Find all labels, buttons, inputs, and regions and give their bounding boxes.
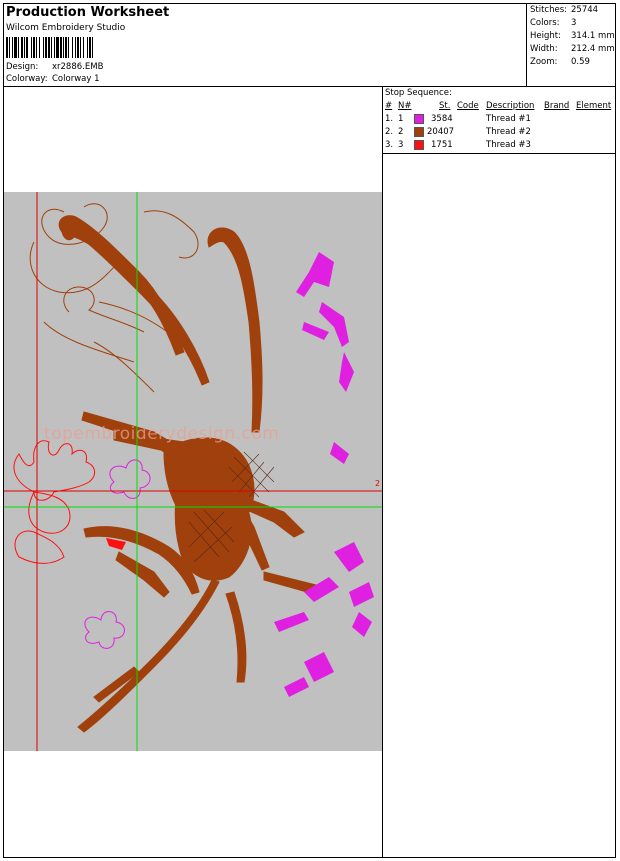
design-preview: topembroiderydesign.com 2: [4, 192, 382, 751]
app-name: Wilcom Embroidery Studio: [6, 23, 126, 33]
row-idx: 2.: [385, 127, 394, 137]
stop-sequence-title: Stop Sequence:: [385, 88, 452, 98]
column-divider: [382, 86, 383, 858]
row-n: 2: [398, 127, 404, 137]
thread-swatch: [414, 127, 424, 137]
stop-row: 1. 1 3584 Thread #1: [383, 114, 616, 126]
barcode-bar: [93, 37, 95, 58]
magenta-flower-outline: [84, 459, 151, 649]
barcode: [6, 37, 131, 58]
worksheet-title: Production Worksheet: [6, 5, 170, 20]
embroidery-artwork: [4, 192, 382, 751]
col-header-brand: Brand: [544, 101, 570, 111]
design-row: Design: xr2886.EMB: [6, 62, 103, 72]
col-header-st: St.: [439, 101, 451, 111]
row-description: Thread #3: [486, 140, 531, 150]
stat-stitches: Stitches: 25744: [530, 5, 598, 15]
stat-value: 0.59: [571, 57, 590, 67]
row-n: 1: [398, 114, 404, 124]
red-flower-outline: [13, 440, 96, 564]
design-value: xr2886.EMB: [52, 62, 104, 72]
row-description: Thread #1: [486, 114, 531, 124]
row-n: 3: [398, 140, 404, 150]
col-header-code: Code: [457, 101, 479, 111]
stat-value: 3: [571, 18, 577, 28]
stat-height: Height: 314.1 mm: [530, 31, 615, 41]
watermark: topembroiderydesign.com: [44, 424, 280, 444]
stop-sequence-table: Stop Sequence: # N# St. Code Description…: [383, 87, 616, 154]
row-description: Thread #2: [486, 127, 531, 137]
colorway-row: Colorway: Colorway 1: [6, 74, 100, 84]
col-header-element: Element: [576, 101, 612, 111]
design-label: Design:: [6, 62, 39, 72]
stat-label: Height:: [530, 31, 561, 41]
brown-outline-scroll: [29, 203, 199, 393]
brown-phoenix-body: [58, 215, 326, 733]
stat-label: Zoom:: [530, 57, 558, 67]
thread-swatch: [414, 114, 424, 124]
stat-value: 314.1 mm: [571, 31, 615, 41]
stat-width: Width: 212.4 mm: [530, 44, 615, 54]
row-idx: 1.: [385, 114, 394, 124]
colorway-label: Colorway:: [6, 74, 48, 84]
row-idx: 3.: [385, 140, 394, 150]
thread-swatch: [414, 140, 424, 150]
stat-zoom: Zoom: 0.59: [530, 57, 590, 67]
row-code: 1751: [431, 140, 453, 150]
stat-label: Width:: [530, 44, 558, 54]
col-header-n: N#: [398, 101, 412, 111]
stat-value: 212.4 mm: [571, 44, 615, 54]
colorway-value: Colorway 1: [52, 74, 100, 84]
stats-panel: Stitches: 25744 Colors: 3 Height: 314.1 mm …: [526, 3, 617, 86]
guide-marker: 2: [375, 479, 381, 488]
col-header-idx: #: [385, 101, 393, 111]
row-code: 20407: [427, 127, 455, 137]
stat-value: 25744: [571, 5, 599, 15]
stop-row: 3. 3 1751 Thread #3: [383, 140, 616, 152]
stat-label: Stitches:: [530, 5, 568, 15]
row-code: 3584: [431, 114, 453, 124]
magenta-strokes: [274, 252, 374, 697]
stat-label: Colors:: [530, 18, 560, 28]
stop-row: 2. 2 20407 Thread #2: [383, 127, 616, 139]
stat-colors: Colors: 3: [530, 18, 576, 28]
col-header-description: Description: [486, 101, 535, 111]
